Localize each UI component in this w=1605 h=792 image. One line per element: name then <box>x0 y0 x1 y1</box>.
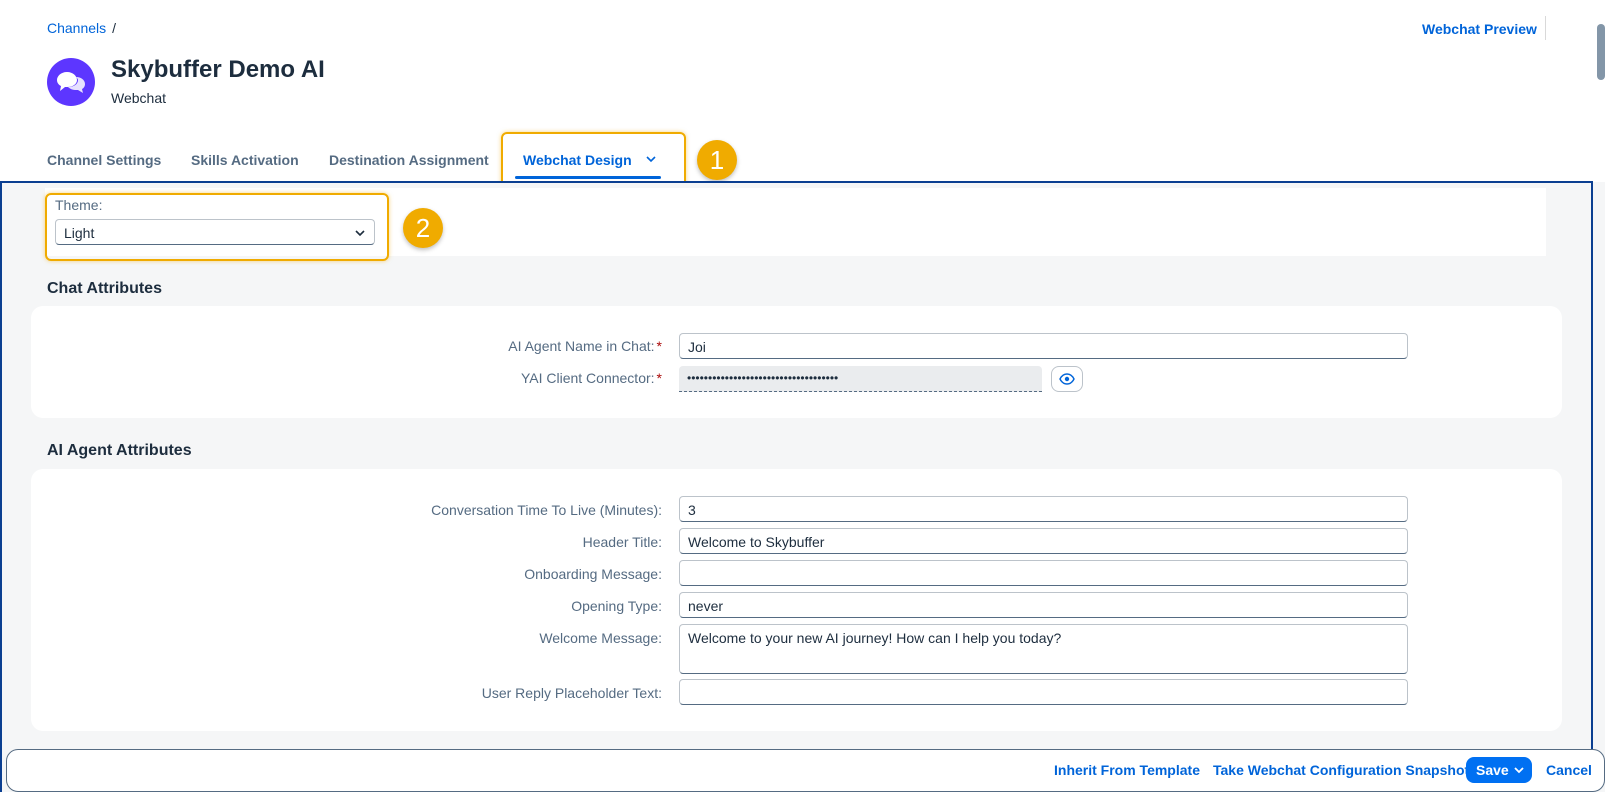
chevron-down-icon[interactable] <box>1513 763 1525 779</box>
agent-name-label-text: AI Agent Name in Chat: <box>508 338 655 354</box>
header-divider <box>1545 16 1546 40</box>
required-marker: * <box>656 370 662 386</box>
tab-bar: Channel Settings Skills Activation Desti… <box>0 140 1605 180</box>
chat-bubbles-icon <box>57 72 85 93</box>
connector-password-input[interactable]: •••••••••••••••••••••••••••••••••••• <box>679 366 1042 392</box>
page-title: Skybuffer Demo AI <box>111 56 325 83</box>
onboarding-message-label: Onboarding Message: <box>524 566 662 582</box>
welcome-message-textarea[interactable]: Welcome to your new AI journey! How can … <box>679 624 1408 674</box>
save-button-label: Save <box>1476 762 1509 778</box>
tab-channel-settings[interactable]: Channel Settings <box>47 152 161 168</box>
step-badge-2: 2 <box>403 208 443 248</box>
eye-icon <box>1059 373 1075 385</box>
agent-attributes-title: AI Agent Attributes <box>47 442 192 459</box>
breadcrumb-separator: / <box>112 20 117 36</box>
breadcrumb: Channels / <box>47 20 116 36</box>
chat-attributes-card <box>31 306 1562 418</box>
ttl-label: Conversation Time To Live (Minutes): <box>431 502 662 518</box>
scrollbar-thumb[interactable] <box>1597 24 1605 80</box>
required-marker: * <box>656 338 662 354</box>
onboarding-message-input[interactable] <box>679 560 1408 586</box>
take-snapshot-button[interactable]: Take Webchat Configuration Snapshot <box>1213 762 1469 778</box>
agent-name-label: AI Agent Name in Chat: * <box>242 338 662 354</box>
webchat-preview-link[interactable]: Webchat Preview <box>1422 21 1537 37</box>
page-subtitle: Webchat <box>111 90 166 106</box>
welcome-message-label: Welcome Message: <box>539 630 662 646</box>
agent-name-input[interactable]: Joi <box>679 333 1408 359</box>
tab-skills-activation[interactable]: Skills Activation <box>191 152 299 168</box>
ttl-input[interactable]: 3 <box>679 496 1408 522</box>
opening-type-input[interactable]: never <box>679 592 1408 618</box>
channel-avatar <box>47 58 95 106</box>
header-title-input[interactable]: Welcome to Skybuffer <box>679 528 1408 554</box>
highlight-box-2 <box>45 193 389 261</box>
breadcrumb-channels-link[interactable]: Channels <box>47 20 106 36</box>
reply-placeholder-label: User Reply Placeholder Text: <box>481 685 662 701</box>
header-title-label: Header Title: <box>582 534 662 550</box>
opening-type-label: Opening Type: <box>571 598 662 614</box>
connector-label-text: YAI Client Connector: <box>520 370 655 386</box>
save-button[interactable]: Save <box>1466 757 1532 783</box>
step-badge-1: 1 <box>697 140 737 180</box>
chat-attributes-title: Chat Attributes <box>47 280 162 297</box>
reply-placeholder-input[interactable] <box>679 679 1408 705</box>
cancel-button[interactable]: Cancel <box>1546 762 1592 778</box>
connector-label: YAI Client Connector: * <box>242 370 662 386</box>
inherit-from-template-button[interactable]: Inherit From Template <box>1054 762 1200 778</box>
show-password-button[interactable] <box>1051 366 1083 392</box>
tab-destination-assignment[interactable]: Destination Assignment <box>329 152 489 168</box>
